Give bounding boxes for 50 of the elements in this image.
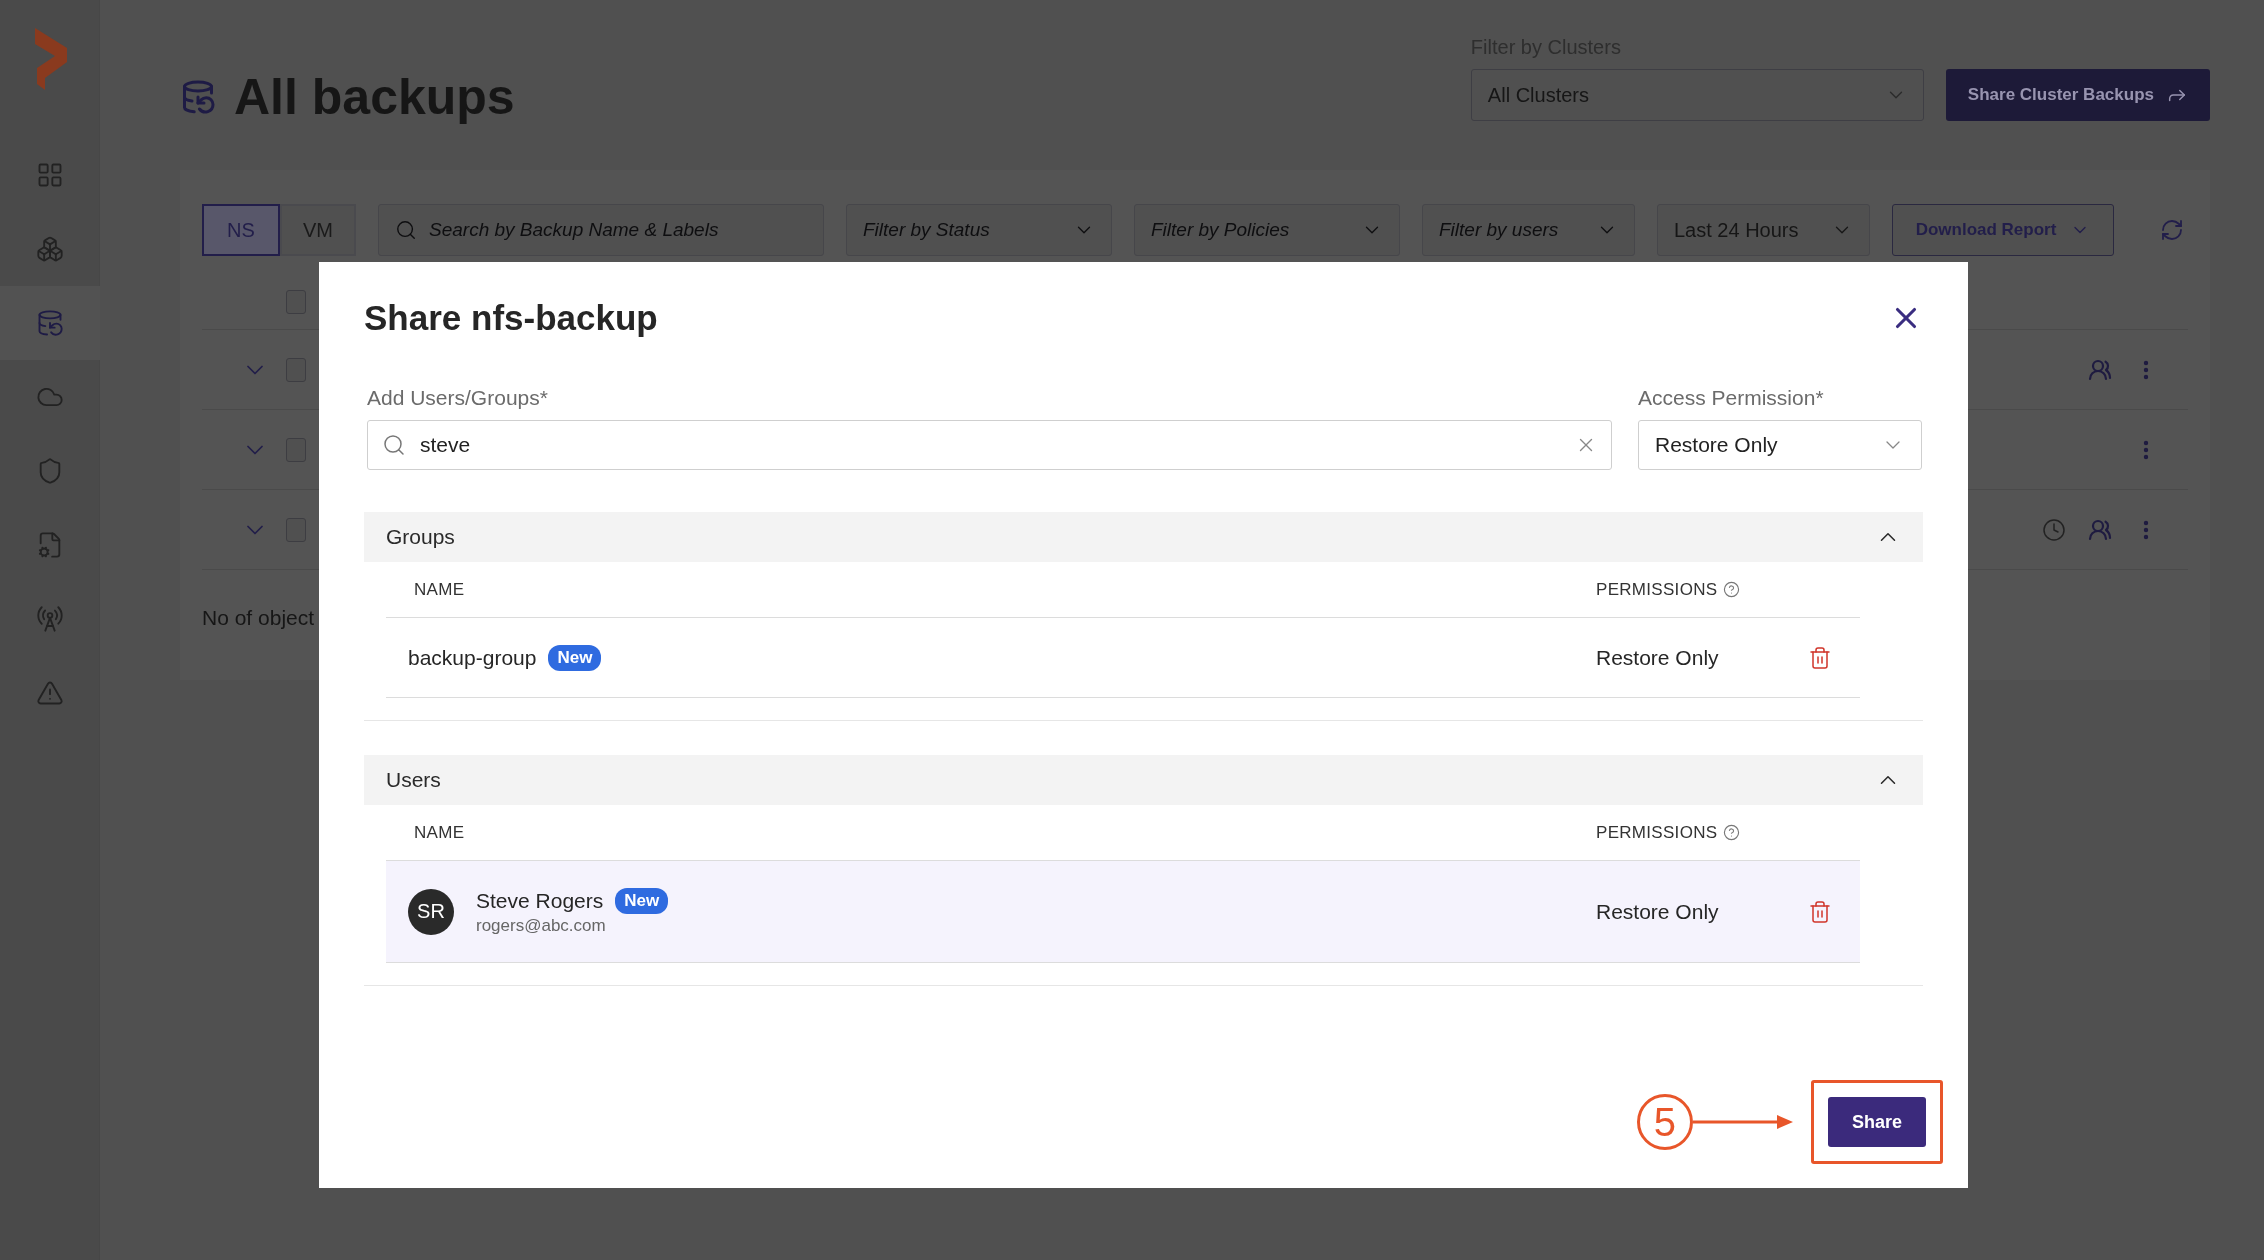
share-cluster-backups-button[interactable]: Share Cluster Backups [1945,69,2210,121]
trash-icon[interactable] [1808,899,1832,924]
permission-text: Restore Only [1596,645,1720,670]
sidebar-item[interactable] [0,286,100,360]
search-input[interactable]: steve [418,432,1563,458]
tab[interactable]: NS [202,204,280,256]
object-count-text: No of object [202,606,315,630]
search-field[interactable]: Search by Backup Name & Labels [378,204,824,256]
database-icon [180,79,216,115]
page-title: All backups [234,68,515,126]
cubes-icon [35,235,64,263]
user-email: rogers@abc.com [476,915,607,936]
avatar: SR [408,888,454,935]
column-header: PERMISSIONS [1596,822,1718,843]
new-badge: New [615,887,669,914]
step-number: 5 [1636,1094,1693,1150]
trash-icon[interactable] [1808,645,1832,670]
section-header[interactable]: Users [364,755,1923,805]
time-range-value: Last 24 Hours [1674,218,1799,242]
permission-text: Restore Only [1596,899,1720,924]
filter-select[interactable]: Filter by users [1422,204,1635,256]
search-placeholder: Search by Backup Name & Labels [429,219,719,241]
filter-select[interactable]: Filter by Status [846,204,1112,256]
column-header: PERMISSIONS [1596,579,1718,600]
permission-select[interactable]: Restore Only [1638,420,1922,470]
time-range-select[interactable]: Last 24 Hours [1657,204,1870,256]
antenna-icon [35,605,64,633]
group-name: backup-group [408,645,537,670]
filter-placeholder: Filter by users [1439,219,1559,241]
warning-icon [35,679,64,707]
share-button[interactable]: Share [1827,1097,1926,1147]
search-icon [395,219,417,241]
column-header: NAME [413,822,466,843]
field-label: Access Permission* [1638,386,1825,410]
help-icon [1723,824,1741,841]
new-badge: New [548,644,602,671]
filter-placeholder: Filter by Status [863,219,990,241]
refresh-icon[interactable] [2160,218,2184,242]
search-field[interactable]: steve [367,420,1612,470]
filter-placeholder: Filter by Policies [1151,219,1290,241]
logo-icon [32,28,67,90]
section-header[interactable]: Groups [364,512,1923,562]
field-label: Add Users/Groups* [367,386,549,410]
cluster-select[interactable]: All Clusters [1470,69,1924,121]
help-icon [1723,581,1741,598]
dialog-title: Share nfs-backup [364,298,658,338]
user-name: Steve Rogers [476,888,604,913]
column-header: NAME [413,579,466,600]
filter-select[interactable]: Filter by Policies [1134,204,1400,256]
search-icon [382,433,406,457]
